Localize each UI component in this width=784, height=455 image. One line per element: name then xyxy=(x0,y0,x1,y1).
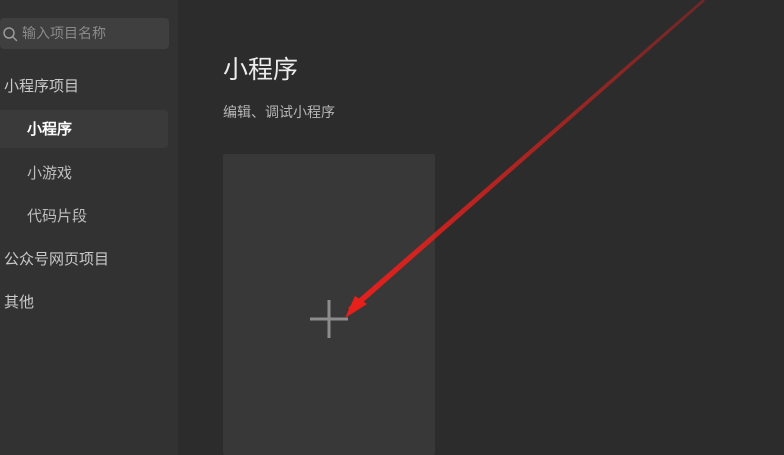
nav-group-other[interactable]: 其他 xyxy=(4,290,34,314)
nav-group-miniprogram-projects[interactable]: 小程序项目 xyxy=(4,74,79,98)
search-input[interactable] xyxy=(22,25,162,42)
sidebar-item-miniprogram[interactable]: 小程序 xyxy=(0,110,168,148)
sidebar: 小程序项目 小程序 小游戏 代码片段 公众号网页项目 其他 xyxy=(0,0,178,455)
sidebar-item-minigame[interactable]: 小游戏 xyxy=(0,154,168,192)
search-icon xyxy=(3,26,18,41)
search-box[interactable] xyxy=(0,18,169,49)
plus-icon xyxy=(310,300,348,338)
new-project-card[interactable] xyxy=(223,154,435,455)
sidebar-item-code-snippets[interactable]: 代码片段 xyxy=(0,197,168,235)
nav-group-official-account-web[interactable]: 公众号网页项目 xyxy=(4,247,109,271)
page-subtitle: 编辑、调试小程序 xyxy=(223,105,335,121)
page-title: 小程序 xyxy=(223,55,299,84)
